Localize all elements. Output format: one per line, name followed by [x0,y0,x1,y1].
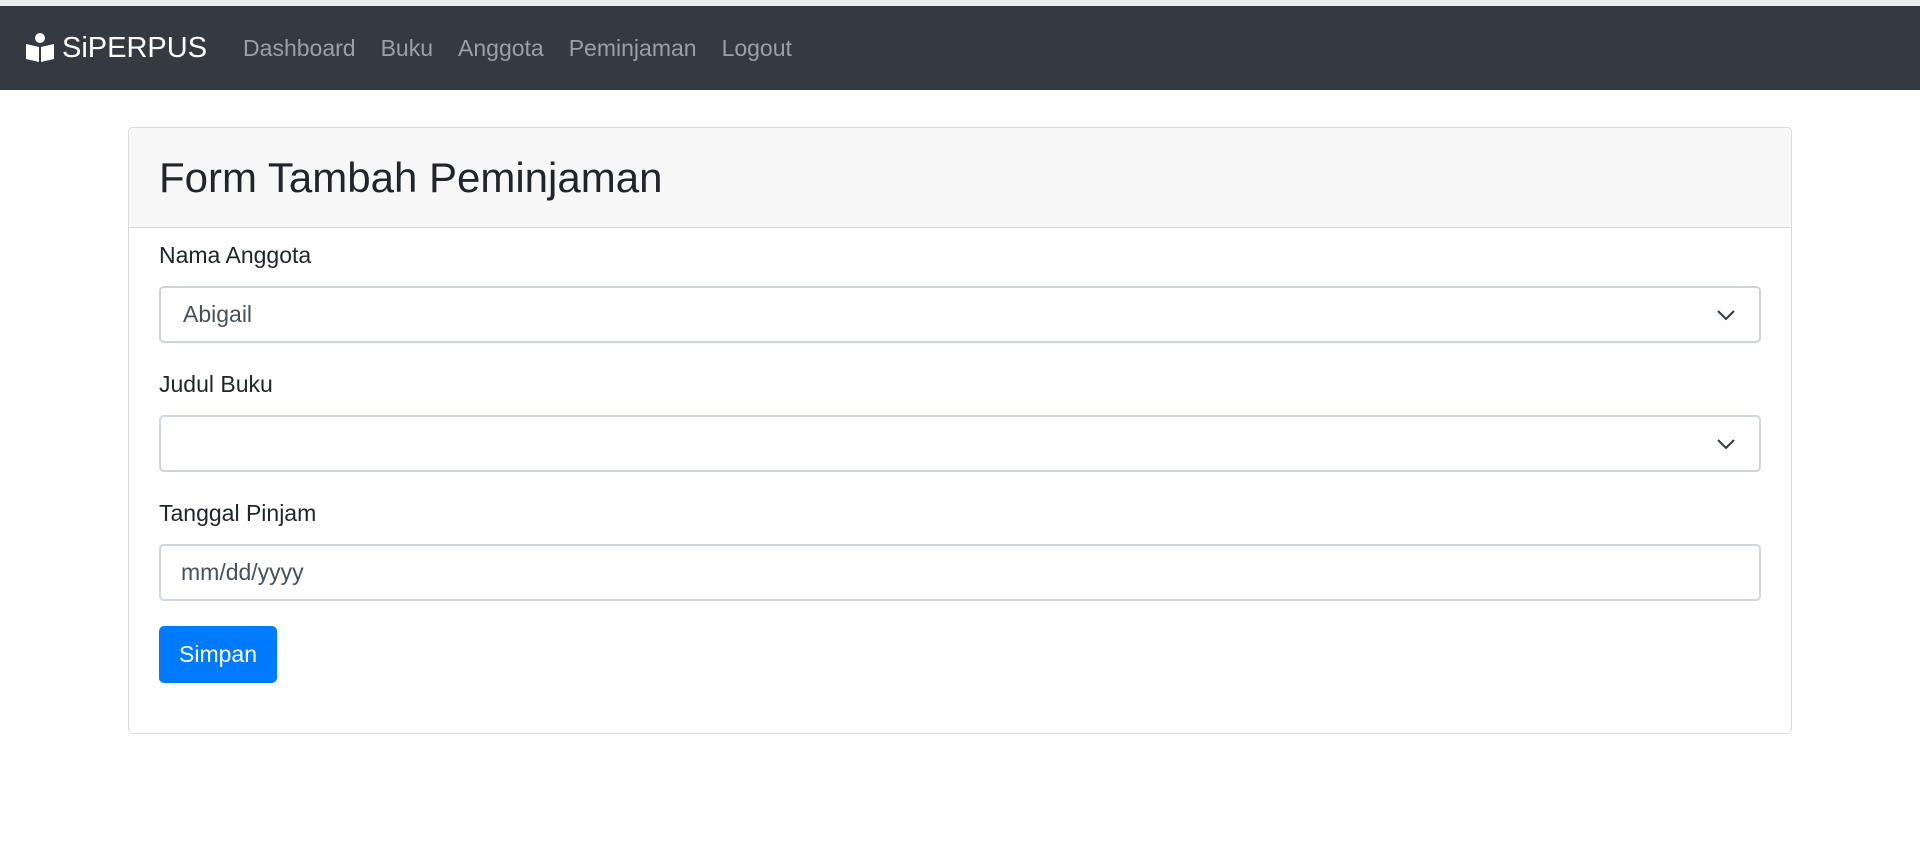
tanggal-label: Tanggal Pinjam [159,500,317,526]
nav-logout[interactable]: Logout [722,35,792,62]
anggota-selected-value: Abigail [183,301,253,327]
brand-name: SiPERPUS [62,31,208,64]
anggota-select[interactable]: Abigail [159,286,1761,343]
card-header: Form Tambah Peminjaman [129,128,1791,228]
buku-label: Judul Buku [159,371,273,397]
navbar: SiPERPUS Dashboard Buku Anggota Peminjam… [0,6,1920,90]
page-title: Form Tambah Peminjaman [159,153,663,201]
anggota-label: Nama Anggota [159,242,312,268]
chevron-down-icon [1715,433,1737,455]
buku-select[interactable] [159,415,1761,472]
nav-dashboard[interactable]: Dashboard [243,35,356,62]
nav-anggota[interactable]: Anggota [458,35,544,62]
reader-icon [24,32,56,64]
simpan-button[interactable]: Simpan [159,626,277,683]
form-card: Form Tambah Peminjaman Nama Anggota Abig… [128,127,1792,734]
chevron-down-icon [1715,304,1737,326]
nav-peminjaman[interactable]: Peminjaman [569,35,697,62]
brand-link[interactable]: SiPERPUS [24,32,207,65]
tanggal-pinjam-input[interactable] [159,544,1761,601]
nav-buku[interactable]: Buku [381,35,433,62]
